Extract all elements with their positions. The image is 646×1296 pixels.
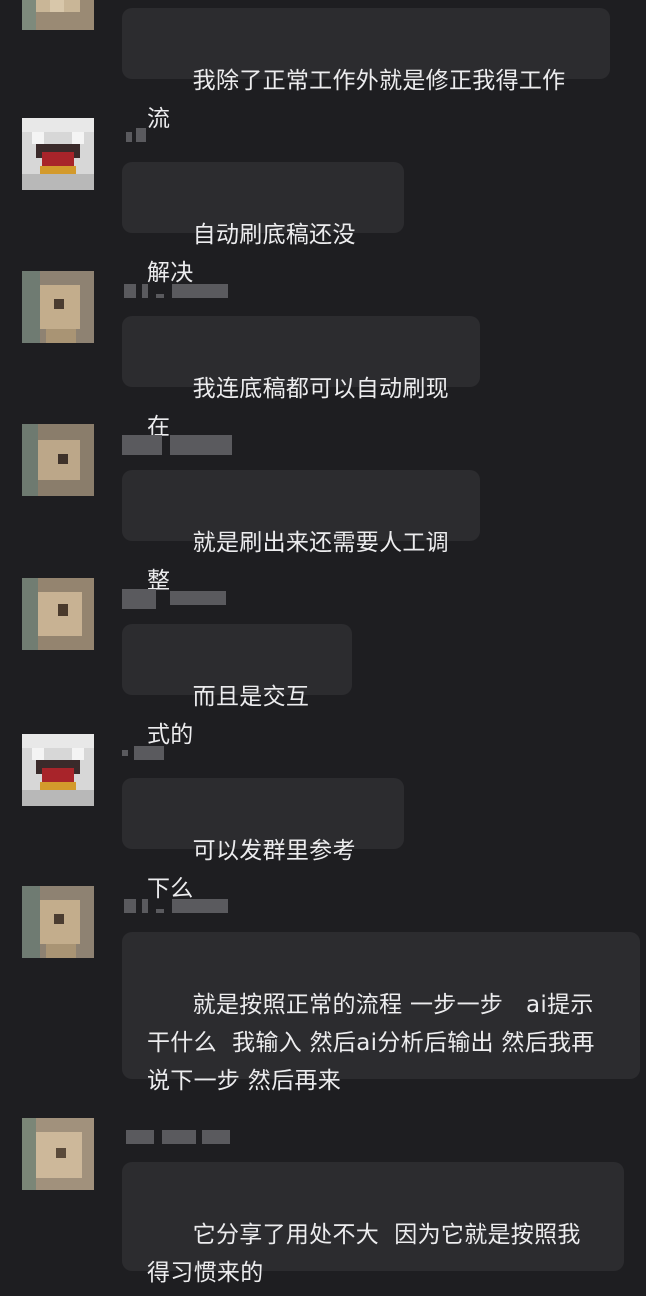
message-bubble[interactable]: 就是刷出来还需要人工调整 xyxy=(122,470,480,594)
message-bubble[interactable]: 就是按照正常的流程 一步一步 ai提示干什么 我输入 然后ai分析后输出 然后我… xyxy=(122,932,640,1094)
message-text: 就是刷出来还需要人工调整 xyxy=(147,530,449,594)
message-bubble[interactable]: 自动刷底稿还没解决 xyxy=(122,162,404,286)
message-text: 而且是交互式的 xyxy=(147,684,310,748)
message-text: 我除了正常工作外就是修正我得工作流 xyxy=(147,68,566,132)
message-bubble[interactable]: 我除了正常工作外就是修正我得工作流 xyxy=(122,8,610,132)
cat-avatar[interactable] xyxy=(22,734,94,806)
dog-avatar[interactable] xyxy=(22,0,94,30)
message-bubble[interactable]: 而且是交互式的 xyxy=(122,624,352,748)
message-text: 我连底稿都可以自动刷现在 xyxy=(147,376,449,440)
cat-avatar[interactable] xyxy=(22,118,94,190)
chat-view: 我除了正常工作外就是修正我得工作流 自动刷底稿还没解决 我连底稿都可以自动刷现在… xyxy=(0,0,646,1296)
dog-avatar[interactable] xyxy=(22,1118,94,1190)
message-text: 可以发群里参考下么 xyxy=(147,838,356,902)
dog-avatar[interactable] xyxy=(22,271,94,343)
message-text: 自动刷底稿还没解决 xyxy=(147,222,356,286)
dog-avatar[interactable] xyxy=(22,424,94,496)
message-bubble[interactable]: 它分享了用处不大 因为它就是按照我得习惯来的 xyxy=(122,1162,624,1286)
dog-avatar[interactable] xyxy=(22,886,94,958)
message-text: 它分享了用处不大 因为它就是按照我得习惯来的 xyxy=(147,1222,581,1286)
message-text: 就是按照正常的流程 一步一步 ai提示干什么 我输入 然后ai分析后输出 然后我… xyxy=(147,992,595,1094)
message-bubble[interactable]: 我连底稿都可以自动刷现在 xyxy=(122,316,480,440)
dog-avatar[interactable] xyxy=(22,578,94,650)
message-bubble[interactable]: 可以发群里参考下么 xyxy=(122,778,404,902)
